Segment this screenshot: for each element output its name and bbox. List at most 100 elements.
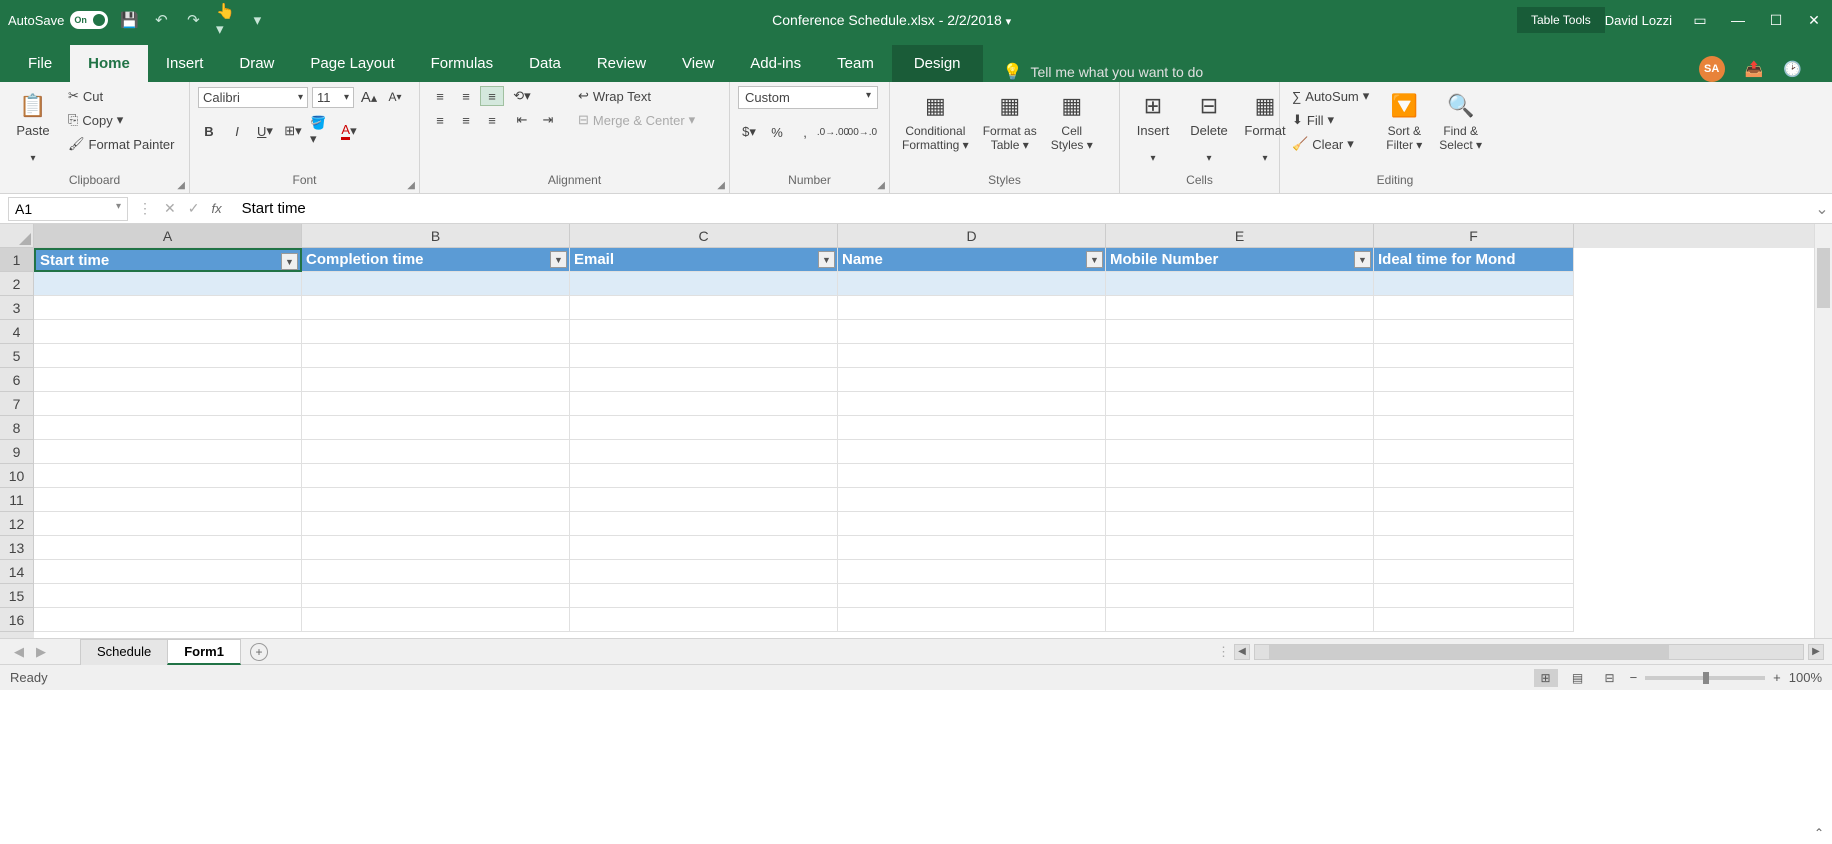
- cell[interactable]: [302, 296, 570, 320]
- cell[interactable]: [302, 320, 570, 344]
- cell[interactable]: [1374, 536, 1574, 560]
- cell[interactable]: [838, 584, 1106, 608]
- tab-file[interactable]: File: [10, 45, 70, 82]
- cell[interactable]: [1106, 488, 1374, 512]
- scroll-thumb[interactable]: [1269, 645, 1669, 659]
- tab-formulas[interactable]: Formulas: [413, 45, 512, 82]
- row-header[interactable]: 11: [0, 488, 34, 512]
- autosum-button[interactable]: ∑AutoSum ▾: [1288, 86, 1373, 106]
- sheet-nav-prev-icon[interactable]: ◀: [14, 644, 24, 660]
- sheet-tab-form1[interactable]: Form1: [167, 639, 241, 665]
- increase-decimal-button[interactable]: .0→.00: [822, 121, 844, 143]
- expand-formula-icon[interactable]: ⌄: [1812, 199, 1832, 219]
- cell[interactable]: [570, 440, 838, 464]
- filter-button[interactable]: ▼: [1086, 251, 1103, 268]
- cell[interactable]: [1374, 488, 1574, 512]
- cell[interactable]: [302, 512, 570, 536]
- undo-icon[interactable]: ↶: [152, 11, 170, 29]
- formula-input[interactable]: Start time: [232, 197, 1812, 220]
- merge-center-button[interactable]: ⊟Merge & Center ▾: [574, 110, 699, 130]
- cell-e1[interactable]: Mobile Number▼: [1106, 248, 1374, 272]
- fill-button[interactable]: ⬇Fill ▾: [1288, 110, 1373, 130]
- cell[interactable]: [1106, 512, 1374, 536]
- filter-button[interactable]: ▼: [818, 251, 835, 268]
- cell[interactable]: [302, 608, 570, 632]
- cell[interactable]: [302, 488, 570, 512]
- page-break-view-button[interactable]: ⊟: [1598, 669, 1622, 687]
- cell[interactable]: [838, 344, 1106, 368]
- cell[interactable]: [1106, 464, 1374, 488]
- row-header[interactable]: 10: [0, 464, 34, 488]
- touch-mode-icon[interactable]: 👆▾: [216, 11, 234, 29]
- cell-c1[interactable]: Email▼: [570, 248, 838, 272]
- tab-review[interactable]: Review: [579, 45, 664, 82]
- format-as-table-button[interactable]: ▦ Format asTable ▾: [979, 86, 1041, 156]
- cell[interactable]: [34, 296, 302, 320]
- cell[interactable]: [1106, 584, 1374, 608]
- col-header-d[interactable]: D: [838, 224, 1106, 248]
- cell[interactable]: [34, 608, 302, 632]
- row-header[interactable]: 15: [0, 584, 34, 608]
- tab-home[interactable]: Home: [70, 45, 148, 82]
- col-header-b[interactable]: B: [302, 224, 570, 248]
- sheet-tab-schedule[interactable]: Schedule: [80, 639, 168, 665]
- cell[interactable]: [1374, 272, 1574, 296]
- cell[interactable]: [570, 272, 838, 296]
- sort-filter-button[interactable]: 🔽 Sort &Filter ▾: [1379, 86, 1429, 156]
- tab-page-layout[interactable]: Page Layout: [292, 45, 412, 82]
- cancel-icon[interactable]: ✕: [164, 200, 176, 217]
- select-all-button[interactable]: [0, 224, 34, 248]
- minimize-icon[interactable]: —: [1728, 10, 1748, 30]
- cut-button[interactable]: ✂Cut: [64, 86, 179, 106]
- col-header-f[interactable]: F: [1374, 224, 1574, 248]
- hscroll-left-icon[interactable]: ◀: [1234, 644, 1250, 660]
- filter-button[interactable]: ▼: [281, 253, 298, 270]
- bold-button[interactable]: B: [198, 120, 220, 142]
- cell[interactable]: [570, 296, 838, 320]
- horizontal-scrollbar[interactable]: [1254, 644, 1804, 660]
- cell[interactable]: [570, 536, 838, 560]
- zoom-slider[interactable]: [1645, 676, 1765, 680]
- page-layout-view-button[interactable]: ▤: [1566, 669, 1590, 687]
- ribbon-display-icon[interactable]: ▭: [1690, 10, 1710, 30]
- cell-styles-button[interactable]: ▦ CellStyles ▾: [1047, 86, 1097, 156]
- tab-addins[interactable]: Add-ins: [732, 45, 819, 82]
- cell[interactable]: [1106, 368, 1374, 392]
- save-icon[interactable]: 💾: [120, 11, 138, 29]
- cell[interactable]: [1374, 296, 1574, 320]
- underline-button[interactable]: U▾: [254, 120, 276, 142]
- cell[interactable]: [34, 464, 302, 488]
- cell[interactable]: [838, 368, 1106, 392]
- cell[interactable]: [838, 536, 1106, 560]
- filter-button[interactable]: ▼: [550, 251, 567, 268]
- maximize-icon[interactable]: ☐: [1766, 10, 1786, 30]
- zoom-handle[interactable]: [1703, 672, 1709, 684]
- cell[interactable]: [34, 344, 302, 368]
- cell[interactable]: [302, 464, 570, 488]
- cell[interactable]: [570, 560, 838, 584]
- zoom-out-button[interactable]: −: [1630, 670, 1638, 685]
- find-select-button[interactable]: 🔍 Find &Select ▾: [1435, 86, 1486, 156]
- cell[interactable]: [570, 344, 838, 368]
- row-header[interactable]: 3: [0, 296, 34, 320]
- cell[interactable]: [838, 296, 1106, 320]
- align-center-button[interactable]: ≡: [454, 110, 478, 130]
- cell[interactable]: [302, 392, 570, 416]
- font-size-select[interactable]: 11▾: [312, 87, 354, 108]
- cell[interactable]: [1106, 344, 1374, 368]
- decrease-indent-button[interactable]: ⇤: [510, 110, 534, 130]
- cell[interactable]: [838, 320, 1106, 344]
- decrease-decimal-button[interactable]: .00→.0: [850, 121, 872, 143]
- cell[interactable]: [1374, 344, 1574, 368]
- font-color-button[interactable]: A▾: [338, 120, 360, 142]
- conditional-formatting-button[interactable]: ▦ ConditionalFormatting ▾: [898, 86, 973, 156]
- cell-b1[interactable]: Completion time▼: [302, 248, 570, 272]
- cell[interactable]: [838, 464, 1106, 488]
- zoom-in-button[interactable]: +: [1773, 670, 1781, 685]
- cell[interactable]: [34, 512, 302, 536]
- tab-data[interactable]: Data: [511, 45, 579, 82]
- name-box[interactable]: A1▾: [8, 197, 128, 221]
- cell[interactable]: [570, 464, 838, 488]
- row-header[interactable]: 2: [0, 272, 34, 296]
- border-button[interactable]: ⊞▾: [282, 120, 304, 142]
